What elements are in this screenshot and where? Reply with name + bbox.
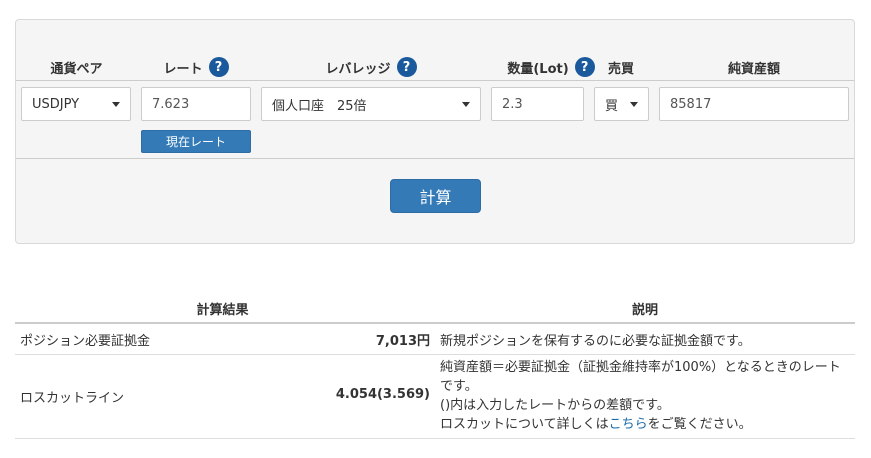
row-divider — [15, 354, 855, 355]
rate-input-value: 7.623 — [152, 96, 190, 112]
header-rate: レート ? — [141, 56, 251, 78]
side-value: 買 — [605, 98, 619, 114]
quantity-input[interactable]: 2.3 — [491, 87, 584, 121]
leverage-value: 個人口座 25倍 — [272, 98, 367, 114]
losscut-description-line3: ロスカットについて詳しくはこちらをご覧ください。 — [440, 415, 850, 434]
leverage-select[interactable]: 個人口座 25倍 — [261, 87, 481, 121]
header-currency-pair-label: 通貨ペア — [50, 61, 103, 77]
header-leverage-label: レバレッジ — [325, 61, 391, 77]
chevron-down-icon — [462, 102, 470, 107]
leverage-help-icon[interactable]: ? — [396, 57, 417, 77]
row-divider — [15, 438, 855, 439]
losscut-details-link[interactable]: こちら — [609, 417, 648, 432]
header-quantity-label: 数量(Lot) — [507, 61, 569, 77]
calculator-form-panel: 通貨ペア レート ? レバレッジ ? 数量(Lot) ? 売買 純資産額 USD… — [15, 19, 855, 244]
result-label-losscut: ロスカットライン — [20, 391, 125, 406]
results-header-divider — [15, 322, 855, 324]
rate-help-icon[interactable]: ? — [208, 57, 229, 77]
header-quantity: 数量(Lot) ? — [491, 56, 611, 78]
losscut-description-line2: ()内は入力したレートからの差額です。 — [440, 398, 670, 413]
currency-pair-value: USDJPY — [32, 96, 80, 112]
current-rate-button[interactable]: 現在レート — [141, 130, 251, 153]
header-currency-pair: 通貨ペア — [24, 56, 129, 78]
results-header-description: 説明 — [631, 302, 658, 318]
equity-input[interactable]: 85817 — [659, 87, 849, 121]
result-description-margin: 新規ポジションを保有するのに必要な証拠金額です。 — [440, 334, 751, 349]
rate-input[interactable]: 7.623 — [141, 87, 251, 121]
header-leverage: レバレッジ ? — [261, 56, 481, 78]
losscut-description-line1: 純資産額＝必要証拠金（証拠金維持率が100%）となるときのレートです。 — [440, 360, 841, 394]
result-value-margin: 7,013円 — [375, 334, 430, 349]
side-select[interactable]: 買 — [594, 87, 649, 121]
calculate-button[interactable]: 計算 — [390, 179, 481, 213]
losscut-description-suffix: をご覧ください。 — [647, 417, 752, 432]
header-divider — [16, 80, 854, 81]
header-side: 売買 — [596, 56, 646, 78]
header-side-label: 売買 — [607, 61, 634, 77]
results-header-result: 計算結果 — [196, 302, 249, 318]
currency-pair-select[interactable]: USDJPY — [21, 87, 131, 121]
button-divider — [16, 158, 854, 159]
header-equity: 純資産額 — [659, 56, 849, 78]
header-rate-label: レート — [163, 61, 203, 77]
chevron-down-icon — [630, 102, 638, 107]
chevron-down-icon — [112, 102, 120, 107]
equity-input-value: 85817 — [670, 96, 712, 112]
quantity-input-value: 2.3 — [502, 96, 523, 112]
result-label-margin: ポジション必要証拠金 — [20, 334, 151, 349]
header-equity-label: 純資産額 — [727, 61, 780, 77]
result-description-losscut: 純資産額＝必要証拠金（証拠金維持率が100%）となるときのレートです。 ()内は… — [440, 358, 850, 434]
losscut-description-prefix: ロスカットについて詳しくは — [440, 417, 609, 432]
result-value-losscut: 4.054(3.569) — [335, 387, 430, 402]
quantity-help-icon[interactable]: ? — [574, 57, 595, 77]
